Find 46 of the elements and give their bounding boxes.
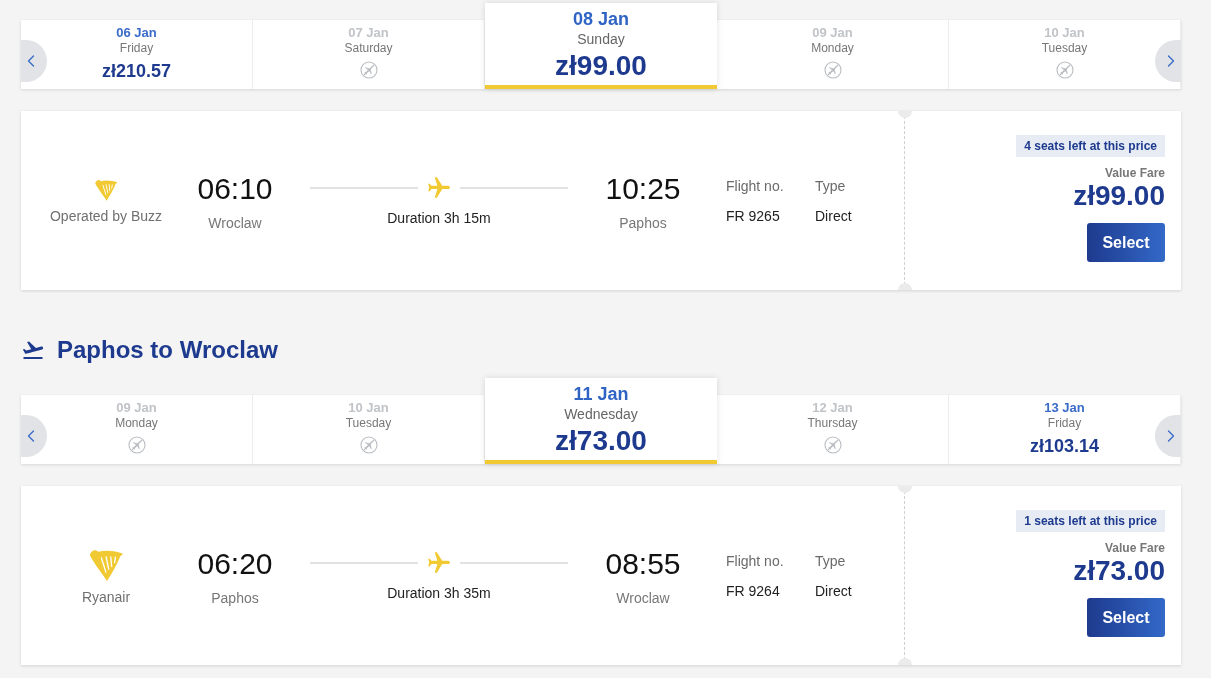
departure-time: 06:10: [197, 170, 273, 207]
plane-icon: [426, 550, 452, 576]
departure-city: Wroclaw: [208, 214, 262, 231]
arrival-time: 10:25: [605, 170, 681, 207]
detail-label: Flight no.: [726, 552, 785, 569]
detail-value: Direct: [815, 582, 853, 599]
select-button[interactable]: Select: [1087, 598, 1165, 637]
arrival-city: Paphos: [619, 214, 667, 231]
arrival-time: 08:55: [605, 545, 681, 582]
flight-duration: Duration 3h 35m: [387, 585, 491, 601]
fare-price: zł99.00: [1073, 180, 1165, 212]
airline-label: Ryanair: [81, 588, 131, 605]
detail-label: Flight no.: [726, 177, 785, 194]
no-flight-icon: [359, 61, 378, 79]
detail-label: Type: [815, 552, 847, 569]
departure-city: Paphos: [211, 589, 259, 606]
detail-value: FR 9264: [726, 582, 781, 599]
no-flight-icon: [1055, 61, 1074, 79]
harp-logo-icon: [93, 177, 119, 202]
detail-value: FR 9265: [726, 207, 781, 224]
no-flight-icon: [823, 436, 842, 454]
no-flight-icon: [127, 436, 146, 454]
ticket-notch: [898, 283, 912, 290]
section-heading: Paphos to Wroclaw: [57, 336, 278, 364]
fare-name: Value Fare: [1104, 166, 1165, 180]
fare-name: Value Fare: [1104, 541, 1165, 555]
date-tab[interactable]: 11 Jan Wednesday zł73.00: [485, 378, 717, 464]
airline-label: Operated by Buzz: [49, 207, 163, 224]
ticket-notch: [898, 658, 912, 665]
detail-value: Direct: [815, 207, 853, 224]
no-flight-icon: [823, 61, 842, 79]
date-tab[interactable]: 06 Jan Friday zł210.57: [21, 20, 253, 89]
seats-left-badge: 4 seats left at this price: [1016, 135, 1165, 157]
fare-price: zł73.00: [1073, 555, 1165, 587]
departure-time: 06:20: [197, 545, 273, 582]
detail-label: Type: [815, 177, 847, 194]
ticket-notch: [898, 486, 912, 493]
arrival-city: Wroclaw: [616, 589, 670, 606]
no-flight-icon: [359, 436, 378, 454]
flight-duration: Duration 3h 15m: [387, 210, 491, 226]
ticket-notch: [898, 111, 912, 118]
plane-icon: [426, 175, 452, 201]
date-tab[interactable]: 13 Jan Friday zł103.14: [949, 395, 1181, 464]
select-button[interactable]: Select: [1087, 223, 1165, 262]
date-tab[interactable]: 08 Jan Sunday zł99.00: [485, 3, 717, 89]
seats-left-badge: 1 seats left at this price: [1016, 510, 1165, 532]
